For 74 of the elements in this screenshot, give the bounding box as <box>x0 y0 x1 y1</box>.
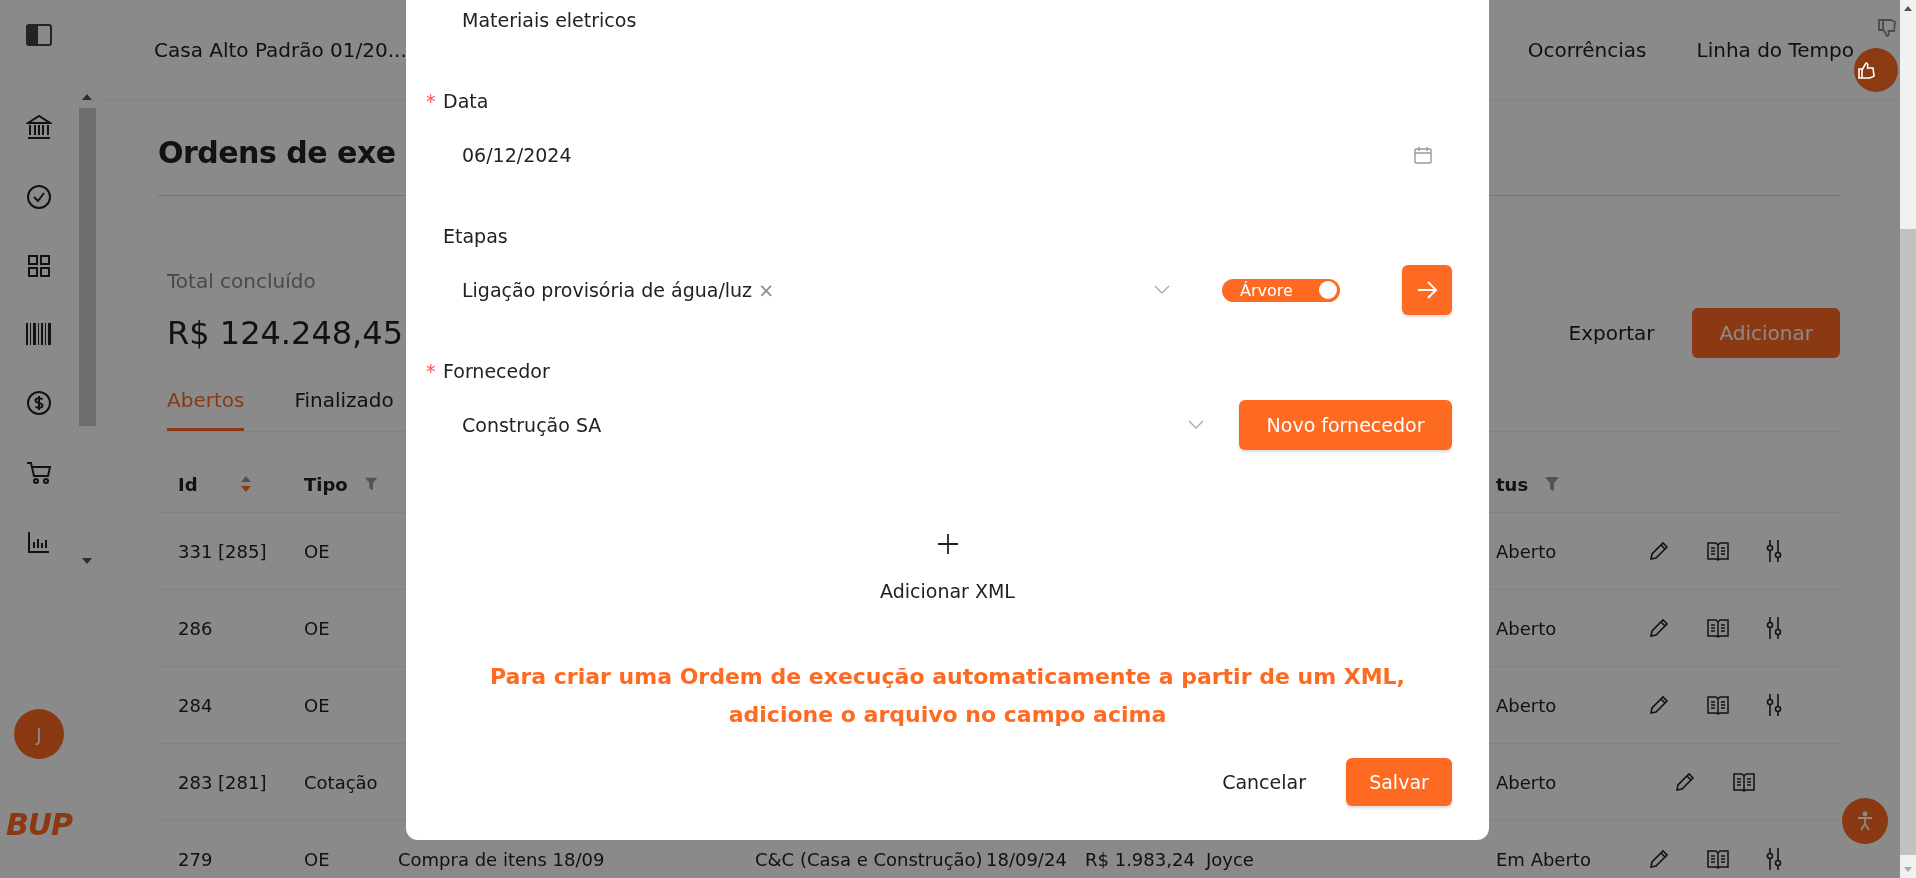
bank-icon[interactable] <box>26 114 52 140</box>
book-icon[interactable] <box>1706 617 1730 639</box>
book-icon[interactable] <box>1706 540 1730 562</box>
table-cell: Aberto <box>1496 771 1557 793</box>
tab[interactable]: Finalizado <box>294 374 394 431</box>
sliders-icon[interactable] <box>1766 693 1782 717</box>
table-cell: Joyce <box>1206 848 1254 870</box>
table-cell: OE <box>304 694 330 716</box>
text-field[interactable]: Materiais eletricos <box>443 0 1452 40</box>
stage-select[interactable]: Ligação provisória de água/luz × <box>443 270 1190 310</box>
book-icon[interactable] <box>1706 694 1730 716</box>
edit-icon[interactable] <box>1674 771 1696 793</box>
grid-icon[interactable] <box>27 254 51 278</box>
table-cell: OE <box>304 848 330 870</box>
cart-icon[interactable] <box>26 460 52 486</box>
total-value: R$ 124.248,45 <box>167 313 404 354</box>
table-cell: 18/09/24 <box>986 848 1067 870</box>
sliders-icon[interactable] <box>1766 539 1782 563</box>
edit-icon[interactable] <box>1648 848 1670 870</box>
table-cell: R$ 1.983,24 <box>1085 848 1195 870</box>
tree-toggle[interactable]: Árvore <box>1222 278 1340 302</box>
table-cell: Aberto <box>1496 617 1557 639</box>
table-cell: 279 <box>178 848 213 870</box>
like-button[interactable] <box>1854 48 1898 92</box>
table-cell: Compra de itens 18/09 <box>398 848 605 870</box>
export-button[interactable]: Exportar <box>1562 320 1661 346</box>
edit-icon[interactable] <box>1648 540 1670 562</box>
page-scrollbar[interactable] <box>1900 0 1916 878</box>
table-cell: 286 <box>178 617 213 639</box>
sliders-icon[interactable] <box>1766 616 1782 640</box>
table-cell: OE <box>304 540 330 562</box>
accessibility-icon <box>1855 811 1875 831</box>
book-icon[interactable] <box>1706 848 1730 870</box>
table-cell: 283 [281] <box>178 771 267 793</box>
nav-link[interactable]: Linha do Tempo <box>1696 38 1854 62</box>
sidebar-toggle-icon[interactable] <box>26 24 52 46</box>
edit-icon[interactable] <box>1648 694 1670 716</box>
field-label: * Fornecedor <box>426 359 551 383</box>
check-circle-icon[interactable] <box>26 184 52 210</box>
date-field[interactable]: 06/12/2024 <box>443 135 1452 175</box>
column-header: Tipo <box>304 473 348 495</box>
field-label: Etapas <box>443 224 509 248</box>
next-button[interactable] <box>1402 265 1452 315</box>
hint-text: Para criar uma Ordem de execução automaticamente a partir de um XML, adicione o arquivo no campo acima <box>489 663 1406 729</box>
dollar-icon[interactable] <box>26 390 52 416</box>
column-header: tus <box>1496 473 1529 495</box>
cancel-button[interactable]: Cancelar <box>1216 770 1312 794</box>
logo: BUP <box>5 807 73 842</box>
nav-link[interactable]: Ocorrências <box>1527 38 1647 62</box>
plus-icon[interactable] <box>936 533 959 555</box>
supplier-select[interactable]: Construção SA <box>443 405 1210 445</box>
sliders-icon[interactable] <box>1766 847 1782 871</box>
table-cell: OE <box>304 617 330 639</box>
table-cell: C&C (Casa e Construção) <box>755 848 983 870</box>
table-cell: Em Aberto <box>1496 848 1591 870</box>
table-cell: Cotação <box>304 771 378 793</box>
table-cell: 331 [285] <box>178 540 267 562</box>
total-label: Total concluído <box>167 268 317 294</box>
edit-icon[interactable] <box>1648 617 1670 639</box>
upload-label[interactable]: Adicionar XML <box>880 580 1015 602</box>
calendar-icon[interactable] <box>1414 146 1432 164</box>
table-cell: 284 <box>178 694 213 716</box>
book-icon[interactable] <box>1732 771 1756 793</box>
table-cell: Aberto <box>1496 694 1557 716</box>
thumbs-up-icon <box>1858 61 1876 79</box>
arrow-right-icon <box>1416 280 1438 300</box>
table-cell: Aberto <box>1496 540 1557 562</box>
column-header: Id <box>178 473 198 495</box>
new-supplier-button[interactable]: Novo fornecedor <box>1239 400 1452 450</box>
save-button[interactable]: Salvar <box>1346 758 1452 806</box>
field-label: * Data <box>426 89 490 113</box>
bar-chart-icon[interactable] <box>27 530 51 554</box>
thumbs-down-icon[interactable] <box>1878 18 1896 38</box>
barcode-icon[interactable] <box>25 322 53 346</box>
